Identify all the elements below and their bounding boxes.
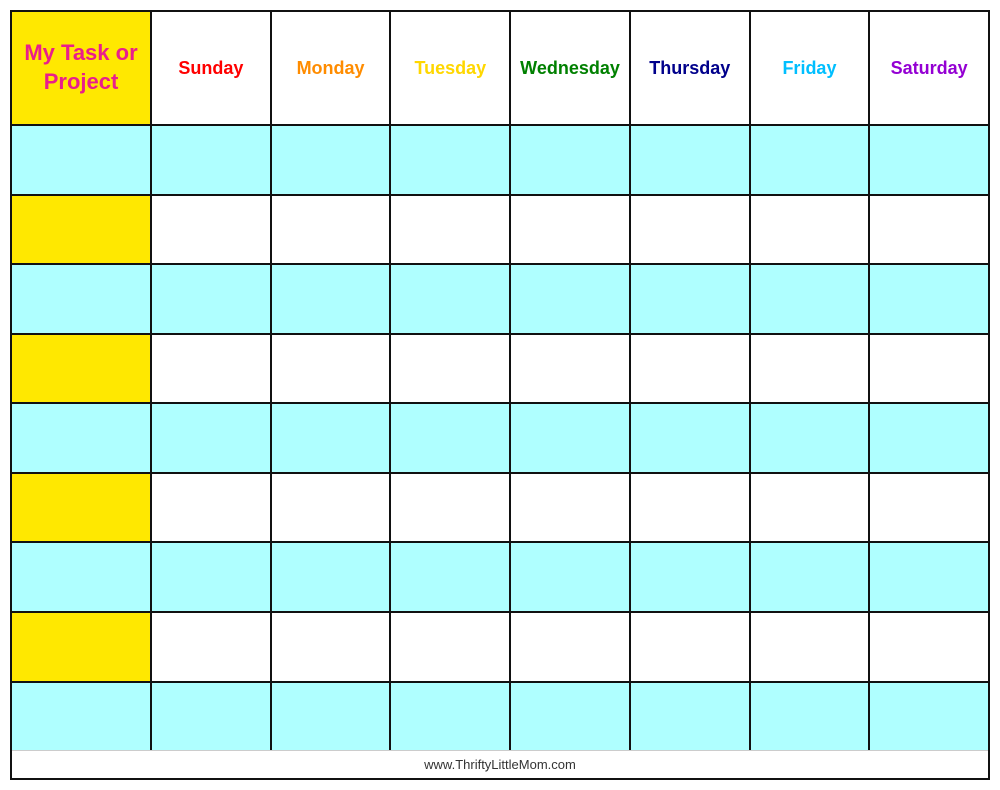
day-cell[interactable] <box>751 335 871 403</box>
day-cell[interactable] <box>152 474 272 542</box>
task-label-line1: My Task or <box>24 40 137 65</box>
day-cell[interactable] <box>272 404 392 472</box>
day-cell[interactable] <box>152 613 272 681</box>
table-row <box>12 335 988 405</box>
day-cell[interactable] <box>631 126 751 194</box>
task-cell[interactable] <box>12 404 152 472</box>
day-cell[interactable] <box>631 196 751 264</box>
day-cell[interactable] <box>751 404 871 472</box>
task-cell[interactable] <box>12 474 152 542</box>
day-cell[interactable] <box>152 683 272 751</box>
table-row <box>12 404 988 474</box>
task-cell[interactable] <box>12 613 152 681</box>
day-cell[interactable] <box>870 474 988 542</box>
day-cell[interactable] <box>391 683 511 751</box>
day-header-monday: Monday <box>272 12 392 124</box>
day-cell[interactable] <box>511 265 631 333</box>
day-cell[interactable] <box>391 474 511 542</box>
day-cell[interactable] <box>272 126 392 194</box>
day-cell[interactable] <box>511 196 631 264</box>
day-cell[interactable] <box>152 196 272 264</box>
day-cell[interactable] <box>870 404 988 472</box>
task-cell[interactable] <box>12 543 152 611</box>
weekly-chart: My Task or Project Sunday Monday Tuesday… <box>12 12 988 750</box>
day-header-sunday: Sunday <box>152 12 272 124</box>
task-label-line2: Project <box>44 69 119 94</box>
day-cell[interactable] <box>511 126 631 194</box>
task-cell[interactable] <box>12 335 152 403</box>
day-header-saturday: Saturday <box>870 12 988 124</box>
table-row <box>12 196 988 266</box>
day-cell[interactable] <box>391 335 511 403</box>
day-cell[interactable] <box>870 335 988 403</box>
footer-url: www.ThriftyLittleMom.com <box>424 757 576 772</box>
day-cell[interactable] <box>870 613 988 681</box>
day-cell[interactable] <box>272 265 392 333</box>
day-cell[interactable] <box>391 404 511 472</box>
day-cell[interactable] <box>272 335 392 403</box>
day-cell[interactable] <box>751 126 871 194</box>
day-cell[interactable] <box>152 126 272 194</box>
day-cell[interactable] <box>631 265 751 333</box>
day-cell[interactable] <box>631 335 751 403</box>
task-cell[interactable] <box>12 265 152 333</box>
header-row: My Task or Project Sunday Monday Tuesday… <box>12 12 988 126</box>
day-header-friday: Friday <box>751 12 871 124</box>
day-cell[interactable] <box>152 404 272 472</box>
day-cell[interactable] <box>751 474 871 542</box>
day-cell[interactable] <box>870 196 988 264</box>
day-cell[interactable] <box>511 613 631 681</box>
table-row <box>12 613 988 683</box>
day-cell[interactable] <box>391 126 511 194</box>
day-cell[interactable] <box>511 543 631 611</box>
day-cell[interactable] <box>631 543 751 611</box>
data-rows <box>12 126 988 750</box>
task-cell[interactable] <box>12 196 152 264</box>
task-header-text: My Task or Project <box>24 39 137 96</box>
day-cell[interactable] <box>751 613 871 681</box>
table-row <box>12 683 988 751</box>
task-cell[interactable] <box>12 126 152 194</box>
day-cell[interactable] <box>391 543 511 611</box>
day-cell[interactable] <box>272 474 392 542</box>
day-cell[interactable] <box>152 335 272 403</box>
day-cell[interactable] <box>272 613 392 681</box>
day-header-thursday: Thursday <box>631 12 751 124</box>
task-header-cell: My Task or Project <box>12 12 152 124</box>
day-cell[interactable] <box>511 683 631 751</box>
day-cell[interactable] <box>391 196 511 264</box>
day-cell[interactable] <box>272 196 392 264</box>
day-cell[interactable] <box>751 265 871 333</box>
day-header-tuesday: Tuesday <box>391 12 511 124</box>
day-cell[interactable] <box>751 543 871 611</box>
page-wrapper: My Task or Project Sunday Monday Tuesday… <box>10 10 990 780</box>
day-cell[interactable] <box>631 683 751 751</box>
table-row <box>12 126 988 196</box>
table-row <box>12 474 988 544</box>
day-cell[interactable] <box>152 543 272 611</box>
day-cell[interactable] <box>511 335 631 403</box>
day-cell[interactable] <box>391 613 511 681</box>
day-cell[interactable] <box>870 543 988 611</box>
day-cell[interactable] <box>870 265 988 333</box>
day-header-wednesday: Wednesday <box>511 12 631 124</box>
day-cell[interactable] <box>870 683 988 751</box>
day-cell[interactable] <box>631 404 751 472</box>
day-cell[interactable] <box>631 613 751 681</box>
day-cell[interactable] <box>152 265 272 333</box>
task-cell[interactable] <box>12 683 152 751</box>
day-cell[interactable] <box>272 543 392 611</box>
footer: www.ThriftyLittleMom.com <box>12 750 988 778</box>
day-cell[interactable] <box>751 683 871 751</box>
day-cell[interactable] <box>272 683 392 751</box>
day-cell[interactable] <box>511 474 631 542</box>
table-row <box>12 543 988 613</box>
day-cell[interactable] <box>751 196 871 264</box>
day-cell[interactable] <box>511 404 631 472</box>
day-cell[interactable] <box>631 474 751 542</box>
day-cell[interactable] <box>870 126 988 194</box>
table-row <box>12 265 988 335</box>
day-cell[interactable] <box>391 265 511 333</box>
